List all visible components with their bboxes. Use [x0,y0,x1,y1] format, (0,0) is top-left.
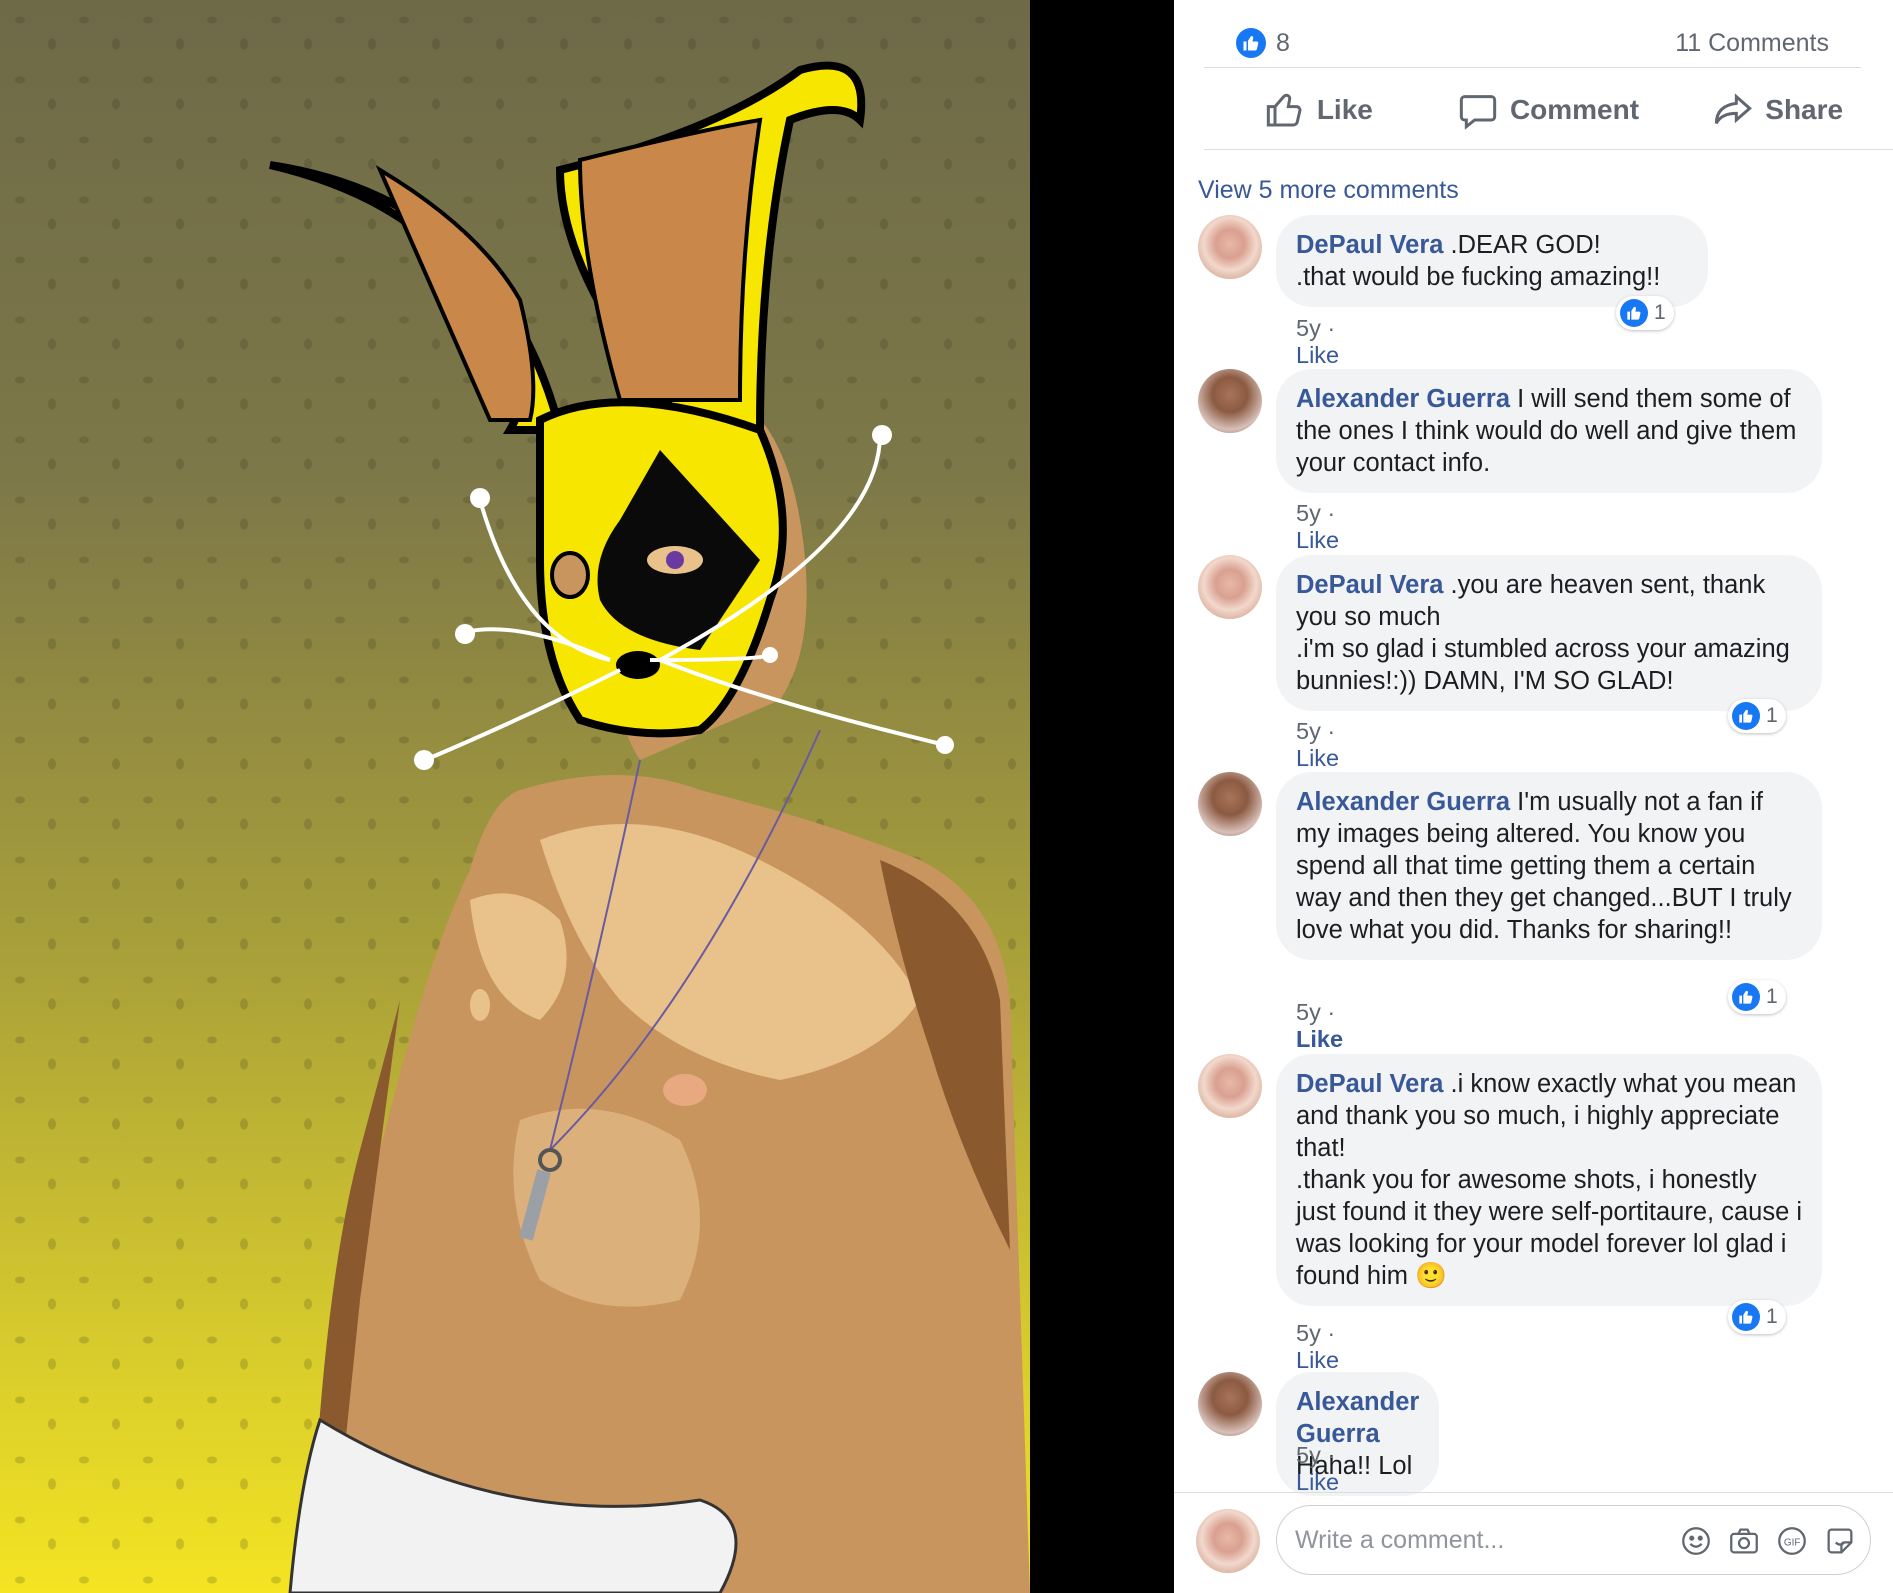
comment-meta: 5y · Like [1296,1442,1340,1495]
like-reaction-icon [1732,1303,1760,1331]
comment-time[interactable]: 5y [1296,999,1321,1025]
current-user-avatar[interactable] [1196,1509,1260,1573]
comment-time[interactable]: 5y [1296,1320,1321,1346]
comment-text: .i know exactly what you mean and thank … [1296,1070,1803,1290]
comments-panel: 8 11 Comments Like Comment Share View 5 … [1174,0,1893,1593]
comment-bubble: DePaul Vera .i know exactly what you mea… [1276,1054,1822,1306]
comment-like-link[interactable]: Like [1296,745,1339,771]
share-button-label: Share [1765,93,1844,125]
avatar[interactable] [1198,1372,1262,1436]
comment-like-link[interactable]: Like [1296,1026,1343,1052]
comment-bubble: Alexander Guerra I will send them some o… [1276,369,1822,493]
comment-input-box[interactable]: GIF [1276,1505,1871,1575]
camera-icon[interactable] [1727,1524,1761,1558]
comment-like-link[interactable]: Like [1296,342,1339,368]
comment-meta: 5y · Like [1296,1320,1340,1373]
avatar[interactable] [1198,555,1262,619]
avatar[interactable] [1198,772,1262,836]
comment-reaction-badge[interactable]: 1 [1616,296,1674,330]
comment-count[interactable]: 11 Comments [1675,29,1829,58]
reaction-count: 1 [1766,985,1778,1008]
comment-meta: 5y · Like [1296,500,1340,553]
share-button[interactable]: Share [1663,70,1893,149]
comment-author[interactable]: Alexander Guerra [1296,385,1510,413]
comment-reaction-badge[interactable]: 1 [1728,980,1786,1014]
comment-author[interactable]: DePaul Vera [1296,1070,1443,1098]
gif-icon[interactable]: GIF [1775,1524,1809,1558]
comment-button[interactable]: Comment [1434,70,1664,149]
post-photo[interactable] [0,0,1030,1593]
comment-author[interactable]: DePaul Vera [1296,231,1443,259]
reaction-count: 1 [1766,704,1778,727]
like-reaction-icon [1732,702,1760,730]
like-reaction-icon[interactable] [1236,28,1266,58]
comment-time[interactable]: 5y [1296,1442,1321,1468]
reaction-summary: 8 11 Comments [1204,12,1861,68]
avatar[interactable] [1198,369,1262,433]
like-reaction-icon [1620,299,1648,327]
comment-author[interactable]: Alexander Guerra [1296,1388,1419,1448]
comment-meta: 5y · Like [1296,999,1344,1052]
comment-meta: 5y · Like [1296,315,1340,368]
comment-bubble-icon [1459,94,1497,130]
reaction-count: 1 [1766,1305,1778,1328]
comment-composer: GIF [1174,1492,1893,1593]
share-arrow-icon [1715,92,1753,124]
comment-bubble: DePaul Vera .DEAR GOD! .that would be fu… [1276,215,1708,307]
view-more-comments-link[interactable]: View 5 more comments [1198,176,1459,205]
sticker-icon[interactable] [1823,1524,1857,1558]
comment-like-link[interactable]: Like [1296,1347,1339,1373]
bunny-mask-illustration [269,61,1030,1593]
like-button[interactable]: Like [1204,70,1434,149]
like-count[interactable]: 8 [1276,29,1290,58]
comment-button-label: Comment [1509,93,1640,125]
thumbs-up-icon [1266,93,1302,126]
like-button-label: Like [1316,93,1373,125]
image-viewer-background [1030,0,1174,1593]
emoji-icon[interactable] [1679,1524,1713,1558]
comment-input[interactable] [1295,1518,1675,1562]
post-actions: Like Comment Share [1204,70,1893,150]
avatar[interactable] [1198,1054,1262,1118]
comment-bubble: Alexander Guerra I'm usually not a fan i… [1276,772,1822,960]
comment-meta: 5y · Like [1296,718,1340,771]
like-reaction-icon [1732,983,1760,1011]
comment-time[interactable]: 5y [1296,500,1321,526]
comment-like-link[interactable]: Like [1296,527,1339,553]
avatar[interactable] [1198,215,1262,279]
comment-author[interactable]: DePaul Vera [1296,571,1443,599]
comment-author[interactable]: Alexander Guerra [1296,788,1510,816]
svg-text:GIF: GIF [1784,1537,1801,1548]
reaction-count: 1 [1654,301,1666,324]
comment-time[interactable]: 5y [1296,718,1321,744]
comment-time[interactable]: 5y [1296,315,1321,341]
comment-reaction-badge[interactable]: 1 [1728,699,1786,733]
comment-reaction-badge[interactable]: 1 [1728,1300,1786,1334]
comment-bubble: DePaul Vera .you are heaven sent, thank … [1276,555,1822,711]
